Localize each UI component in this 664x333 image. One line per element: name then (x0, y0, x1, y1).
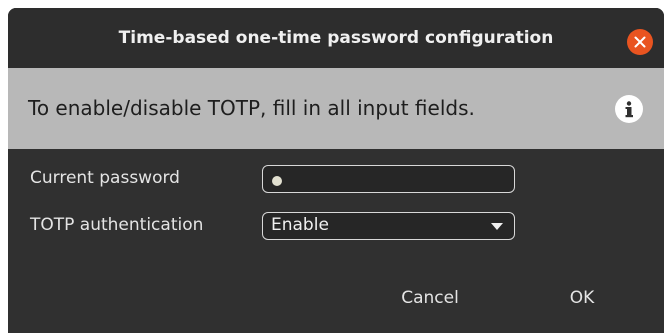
cancel-button[interactable]: Cancel (380, 280, 480, 316)
chevron-down-icon (491, 223, 503, 230)
close-icon (634, 36, 646, 48)
ok-button[interactable]: OK (549, 280, 615, 316)
current-password-label: Current password (30, 168, 180, 188)
close-button[interactable] (627, 29, 653, 55)
totp-authentication-select[interactable]: Enable (262, 212, 515, 240)
dialog-title: Time-based one-time password configurati… (118, 28, 554, 48)
info-icon (615, 95, 643, 123)
dialog-titlebar: Time-based one-time password configurati… (8, 8, 664, 68)
totp-authentication-label: TOTP authentication (30, 215, 204, 235)
current-password-field[interactable] (262, 165, 515, 193)
info-bar: To enable/disable TOTP, fill in all inpu… (8, 68, 664, 149)
totp-config-dialog: Time-based one-time password configurati… (8, 8, 664, 333)
password-mask-dot (272, 176, 282, 186)
totp-selected-value: Enable (271, 215, 329, 235)
info-message: To enable/disable TOTP, fill in all inpu… (28, 96, 475, 120)
